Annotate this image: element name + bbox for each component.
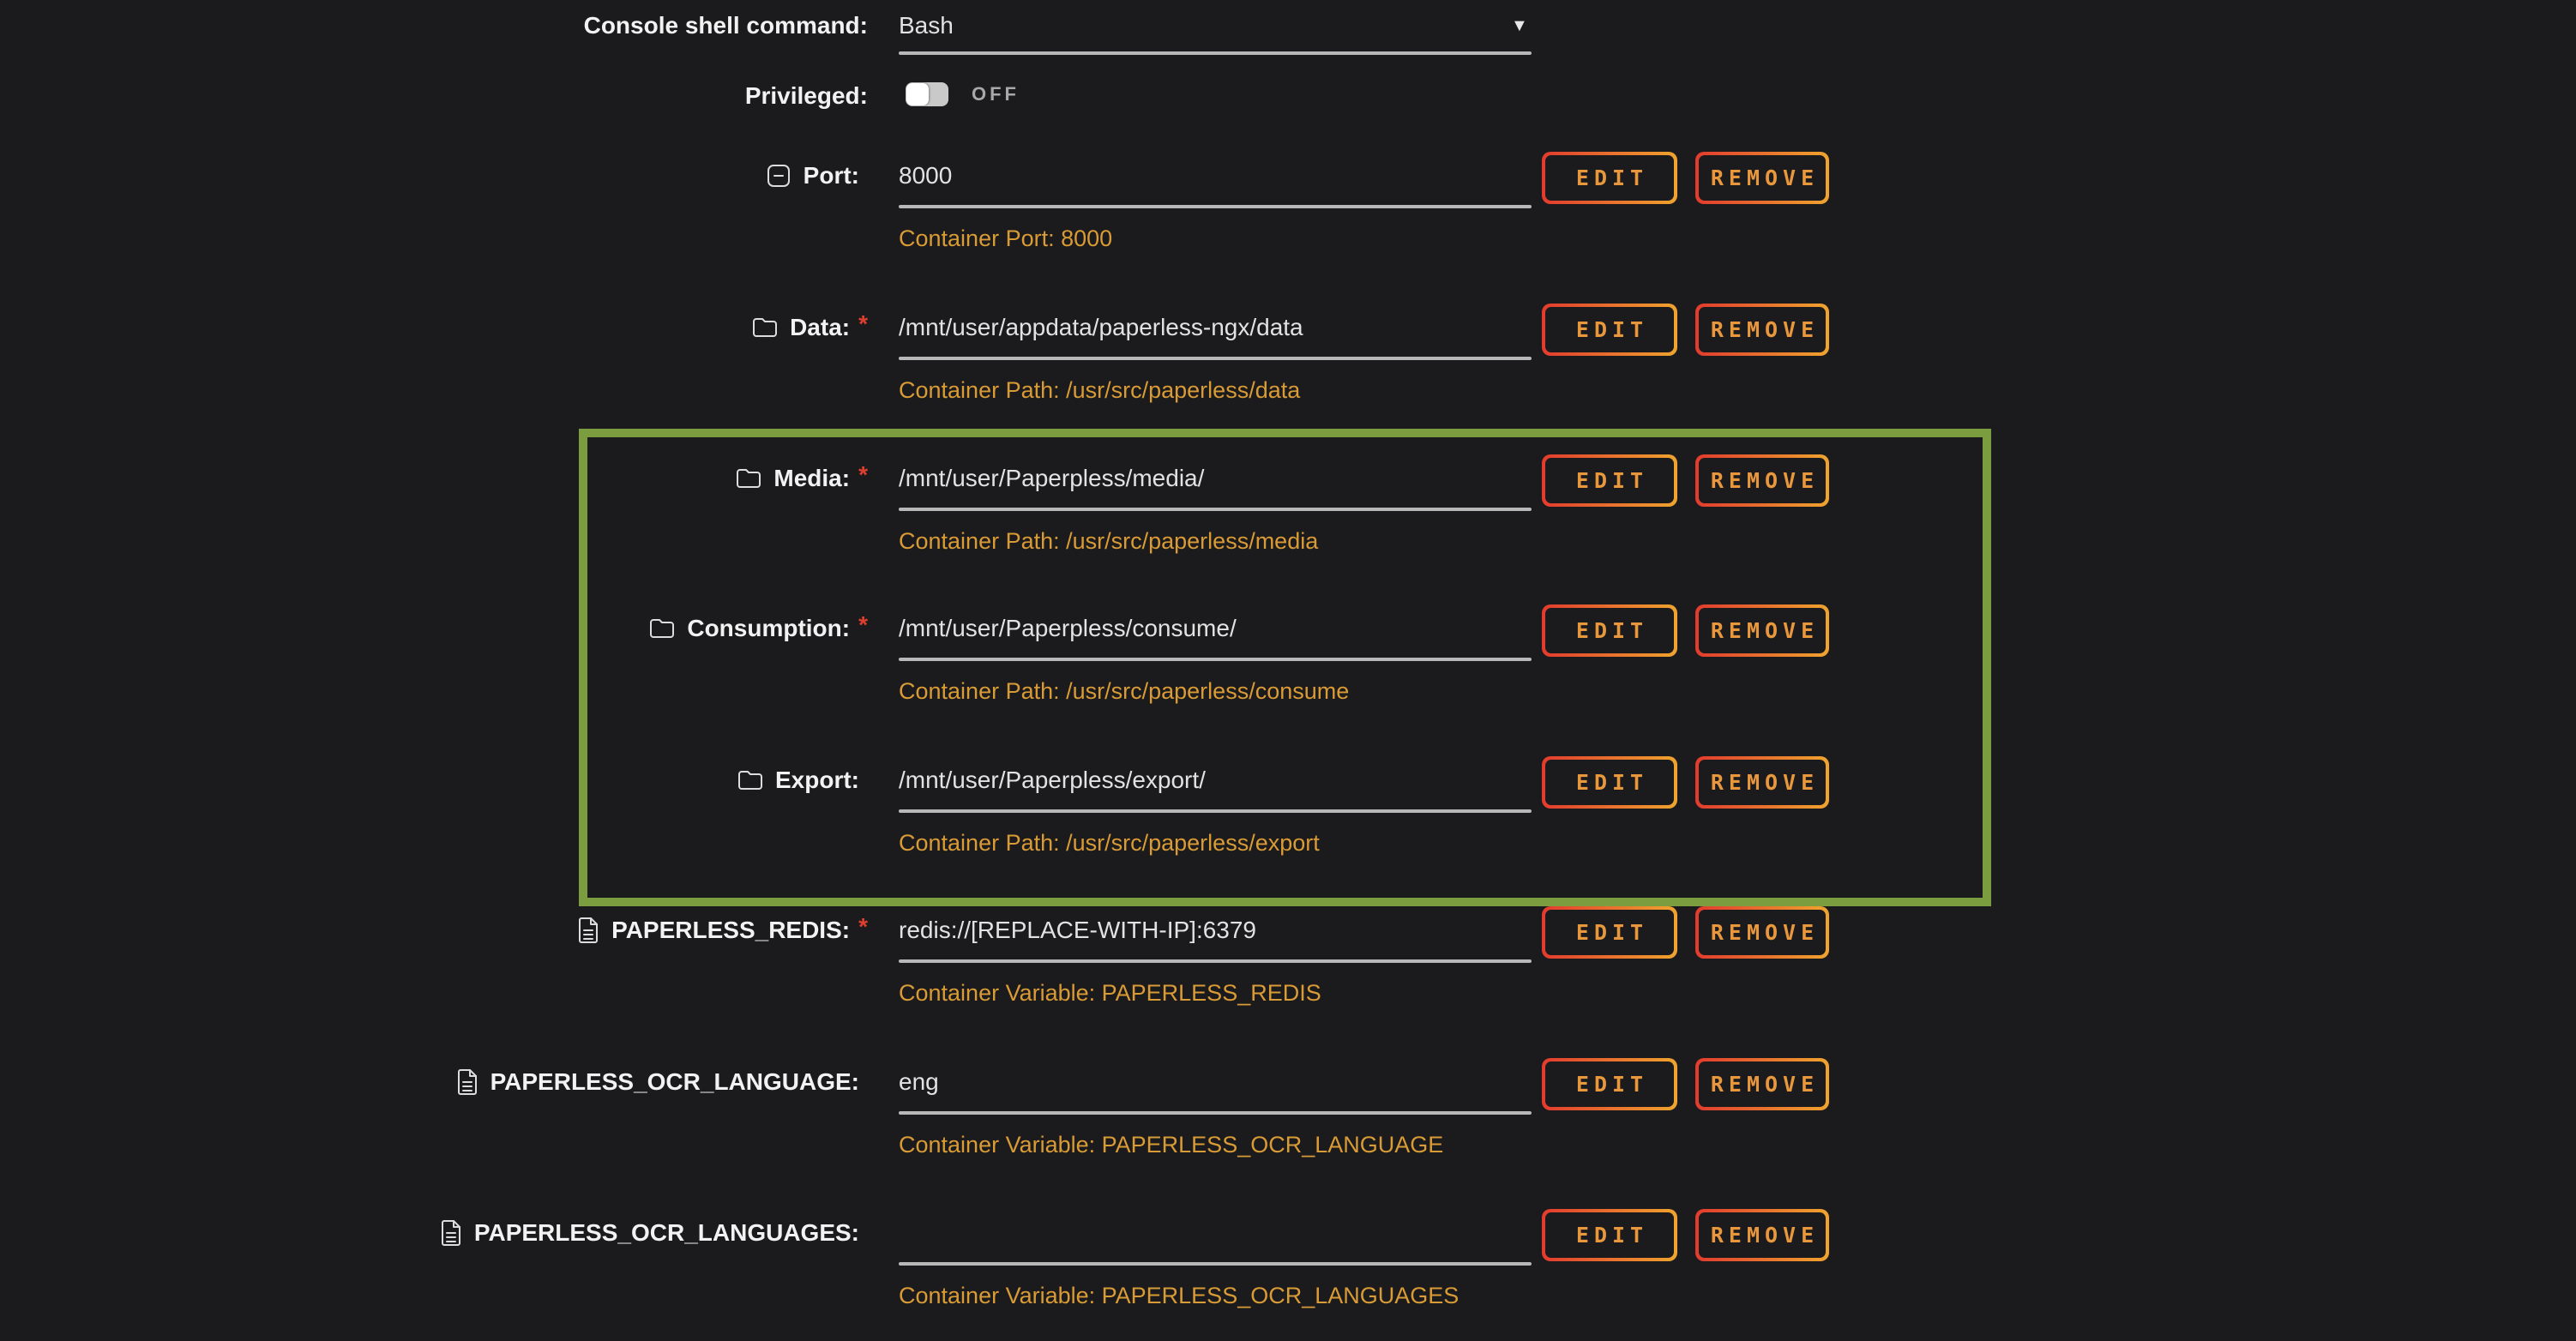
remove-button[interactable]: REMOVE xyxy=(1695,454,1829,507)
edit-button[interactable]: EDIT xyxy=(1542,152,1677,204)
privileged-label: Privileged: xyxy=(745,82,868,110)
field-label: Consumption: xyxy=(687,615,850,642)
row-privileged: Privileged: OFF xyxy=(0,70,2576,118)
remove-button[interactable]: REMOVE xyxy=(1695,304,1829,356)
remove-button[interactable]: REMOVE xyxy=(1695,152,1829,204)
row-data: Data: * /mnt/user/appdata/paperless-ngx/… xyxy=(0,302,2576,422)
field-label: PAPERLESS_OCR_LANGUAGE: xyxy=(491,1068,859,1096)
select-underline xyxy=(899,51,1532,55)
paperless-ocr-languages-input[interactable] xyxy=(899,1214,1516,1252)
required-mark: * xyxy=(858,611,868,639)
container-mapping-text: Container Path: /usr/src/paperless/consu… xyxy=(899,677,1349,705)
folder-icon xyxy=(737,769,763,791)
row-export: Export: /mnt/user/Paperpless/export/ EDI… xyxy=(0,755,2576,875)
edit-button[interactable]: EDIT xyxy=(1542,1058,1677,1110)
input-underline xyxy=(899,658,1532,661)
port-input[interactable]: 8000 xyxy=(899,157,1516,195)
input-underline xyxy=(899,1262,1532,1266)
row-media: Media: * /mnt/user/Paperpless/media/ EDI… xyxy=(0,453,2576,573)
container-mapping-text: Container Path: /usr/src/paperless/media xyxy=(899,527,1318,555)
field-label: PAPERLESS_REDIS: xyxy=(611,917,850,944)
edit-button[interactable]: EDIT xyxy=(1542,304,1677,356)
input-underline xyxy=(899,1111,1532,1115)
input-underline xyxy=(899,809,1532,813)
row-port: Port: 8000 EDIT REMOVE Container Port: 8… xyxy=(0,150,2576,270)
remove-button[interactable]: REMOVE xyxy=(1695,1209,1829,1261)
edit-button[interactable]: EDIT xyxy=(1542,1209,1677,1261)
folder-icon xyxy=(736,467,761,490)
field-label: PAPERLESS_OCR_LANGUAGES: xyxy=(474,1219,859,1247)
row-paperless-redis: PAPERLESS_REDIS: * redis://[REPLACE-WITH… xyxy=(0,905,2576,1025)
required-mark: * xyxy=(858,310,868,338)
container-mapping-text: Container Path: /usr/src/paperless/data xyxy=(899,376,1300,404)
data-path-input[interactable]: /mnt/user/appdata/paperless-ngx/data xyxy=(899,309,1516,346)
consumption-path-input[interactable]: /mnt/user/Paperpless/consume/ xyxy=(899,610,1516,647)
port-icon xyxy=(766,163,791,189)
folder-icon xyxy=(649,617,675,640)
paperless-ocr-language-input[interactable]: eng xyxy=(899,1063,1516,1101)
folder-icon xyxy=(752,316,778,339)
input-underline xyxy=(899,959,1532,963)
console-shell-command-select[interactable]: Bash xyxy=(899,7,1516,45)
paperless-redis-input[interactable]: redis://[REPLACE-WITH-IP]:6379 xyxy=(899,911,1516,949)
required-mark: * xyxy=(858,461,868,489)
container-mapping-text: Container Path: /usr/src/paperless/expor… xyxy=(899,829,1320,857)
docker-template-settings-page: Console shell command: Bash ▼ Privileged… xyxy=(0,0,2576,1341)
row-paperless-ocr-language: PAPERLESS_OCR_LANGUAGE: eng EDIT REMOVE … xyxy=(0,1056,2576,1176)
input-underline xyxy=(899,357,1532,360)
media-path-input[interactable]: /mnt/user/Paperpless/media/ xyxy=(899,460,1516,497)
edit-button[interactable]: EDIT xyxy=(1542,906,1677,959)
field-label: Media: xyxy=(773,465,850,492)
edit-button[interactable]: EDIT xyxy=(1542,604,1677,657)
row-paperless-ocr-languages: PAPERLESS_OCR_LANGUAGES: EDIT REMOVE Con… xyxy=(0,1207,2576,1327)
edit-button[interactable]: EDIT xyxy=(1542,454,1677,507)
toggle-knob xyxy=(906,83,929,105)
remove-button[interactable]: REMOVE xyxy=(1695,1058,1829,1110)
row-console-shell-command: Console shell command: Bash ▼ xyxy=(0,0,2576,60)
edit-button[interactable]: EDIT xyxy=(1542,756,1677,809)
container-mapping-text: Container Variable: PAPERLESS_REDIS xyxy=(899,979,1321,1007)
container-mapping-text: Container Port: 8000 xyxy=(899,225,1112,252)
remove-button[interactable]: REMOVE xyxy=(1695,756,1829,809)
input-underline xyxy=(899,205,1532,208)
variable-icon xyxy=(577,917,599,944)
row-consumption: Consumption: * /mnt/user/Paperpless/cons… xyxy=(0,603,2576,723)
container-mapping-text: Container Variable: PAPERLESS_OCR_LANGUA… xyxy=(899,1282,1459,1309)
required-mark: * xyxy=(858,913,868,941)
variable-icon xyxy=(440,1219,462,1247)
export-path-input[interactable]: /mnt/user/Paperpless/export/ xyxy=(899,761,1516,799)
remove-button[interactable]: REMOVE xyxy=(1695,906,1829,959)
variable-icon xyxy=(456,1068,478,1096)
chevron-down-icon[interactable]: ▼ xyxy=(1511,7,1528,45)
field-label: Export: xyxy=(775,767,859,794)
remove-button[interactable]: REMOVE xyxy=(1695,604,1829,657)
privileged-state: OFF xyxy=(972,77,1020,111)
input-underline xyxy=(899,508,1532,511)
field-label: Data: xyxy=(790,314,850,341)
console-shell-command-label: Console shell command: xyxy=(584,12,868,39)
privileged-toggle[interactable] xyxy=(906,82,948,106)
container-mapping-text: Container Variable: PAPERLESS_OCR_LANGUA… xyxy=(899,1131,1443,1158)
field-label: Port: xyxy=(803,162,859,189)
